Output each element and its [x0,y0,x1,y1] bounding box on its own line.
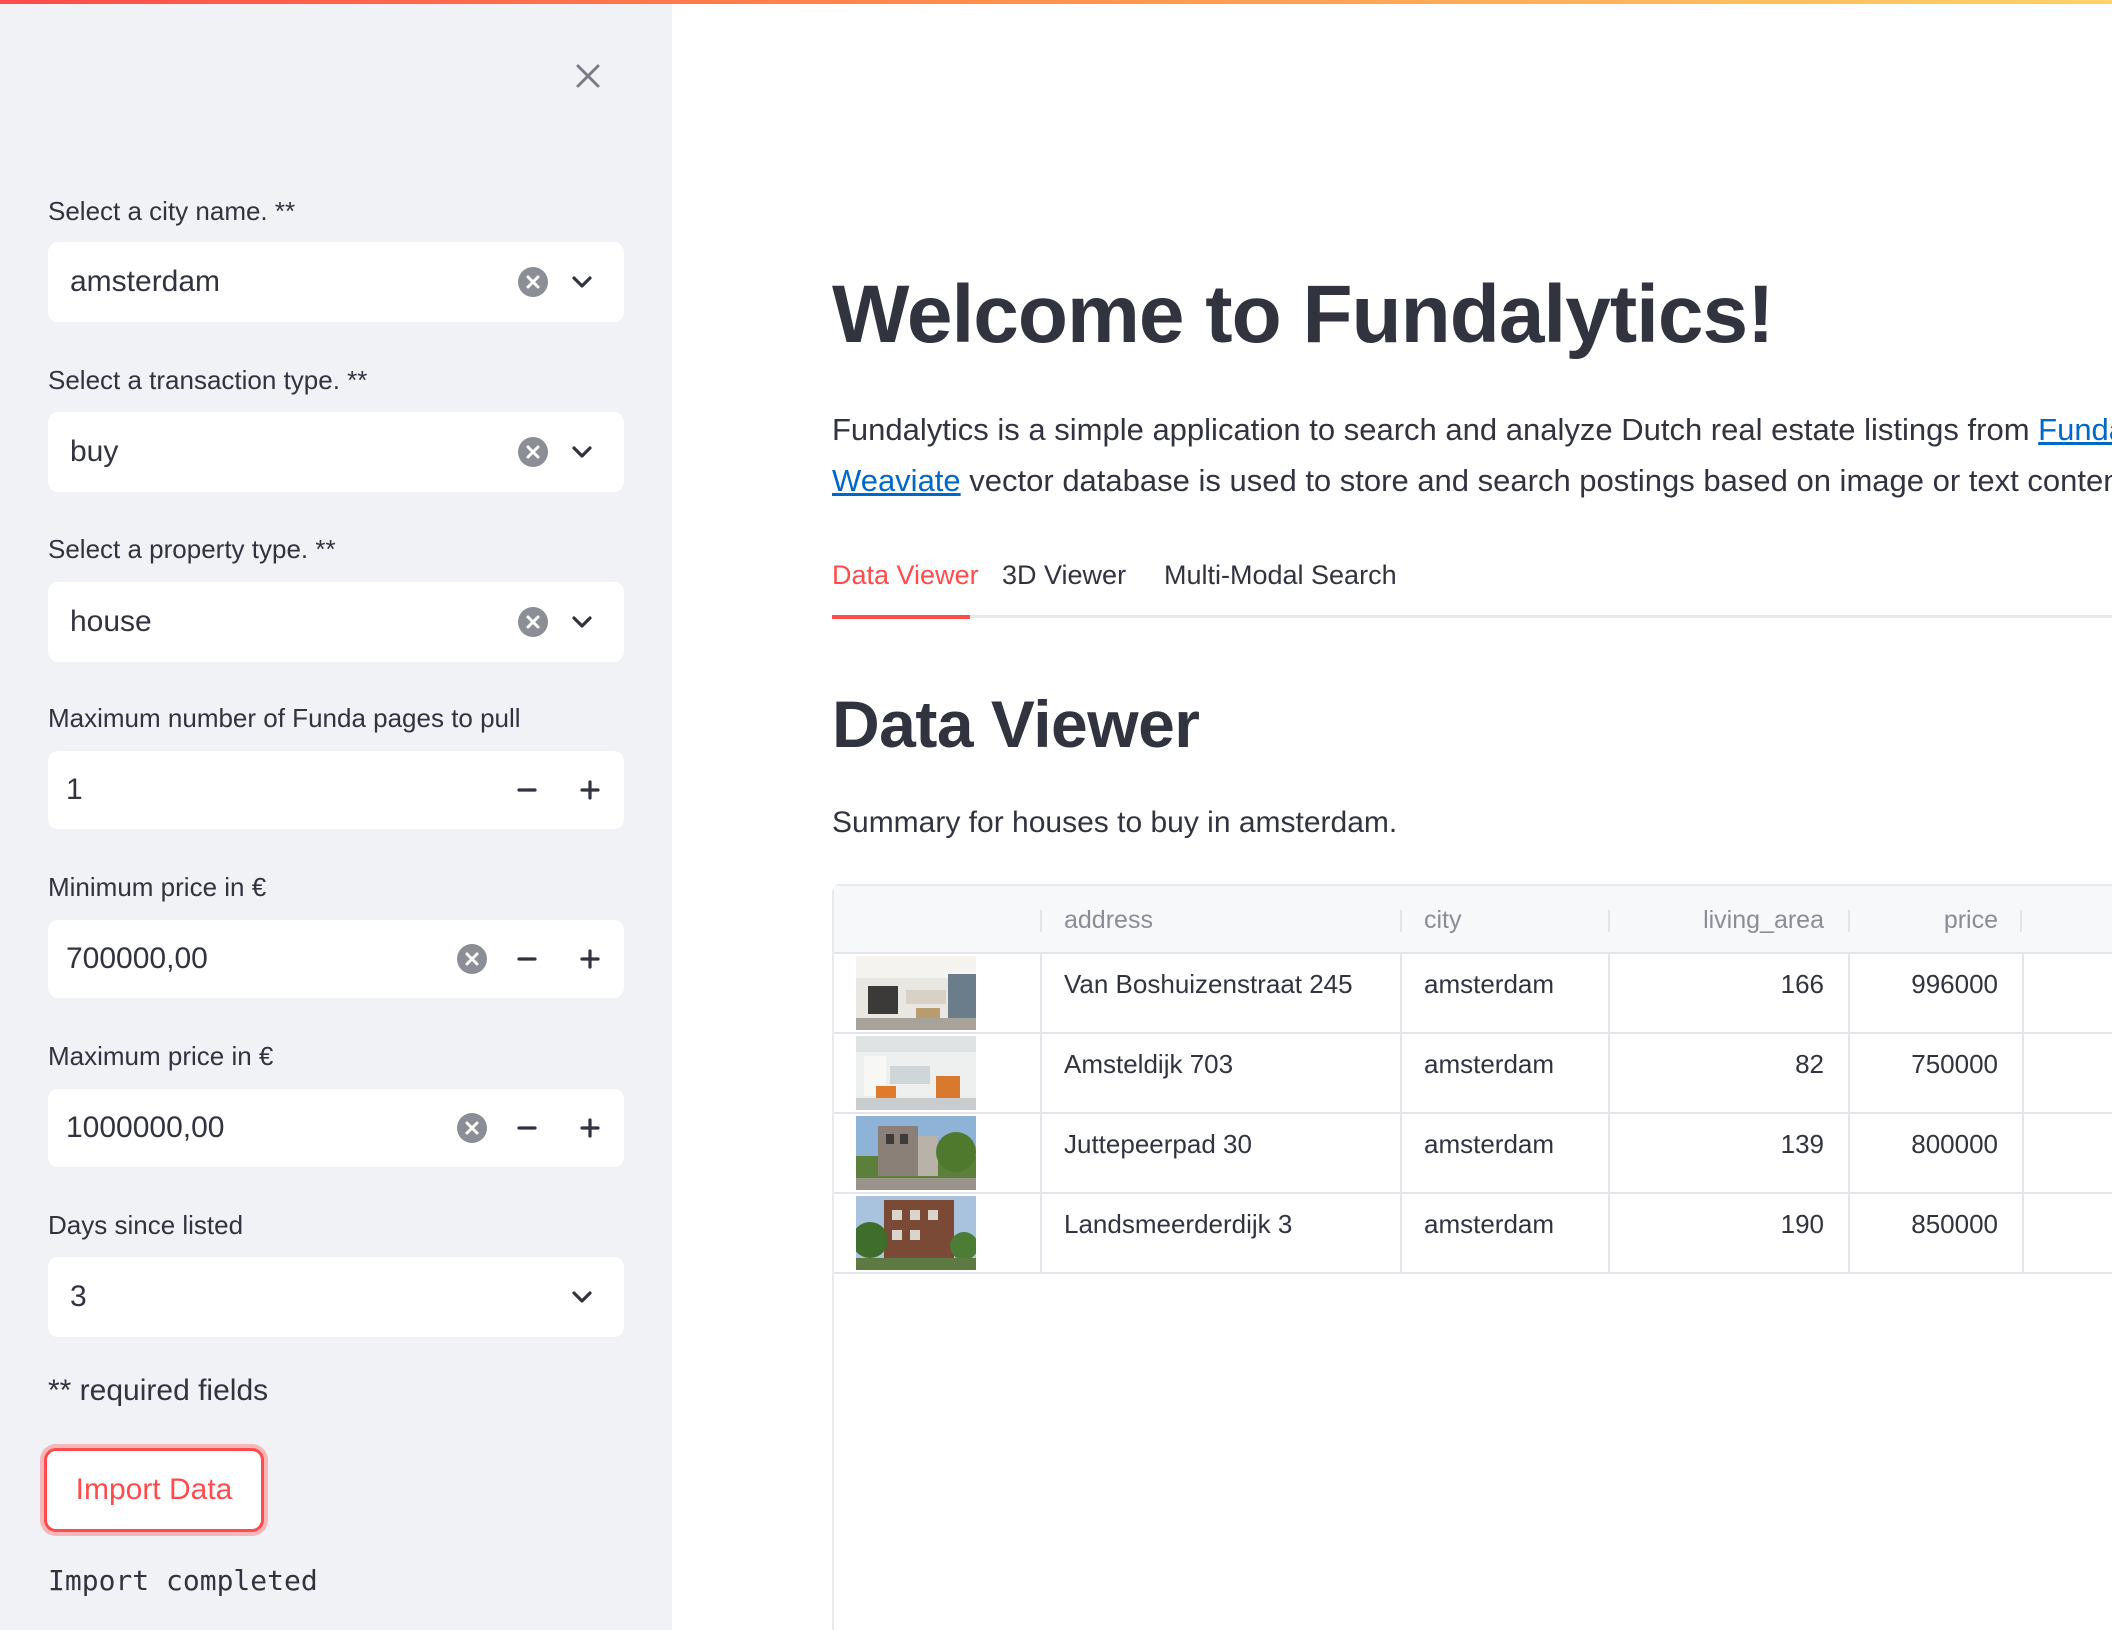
weaviate-link[interactable]: Weaviate [832,463,961,498]
intro-text-part: vector database is used to store and sea… [960,463,2112,498]
plus-icon [580,949,600,969]
plus-button[interactable] [565,934,615,984]
column-header-living-area[interactable]: living_area [1674,886,1824,954]
clear-icon[interactable] [518,607,548,637]
intro-text-part: Fundalytics is a simple application to s… [832,412,2039,447]
data-table[interactable]: address city living_area price Van Boshu… [832,884,2112,1630]
cell-city: amsterdam [1424,1129,1555,1159]
chevron-down-icon[interactable] [566,606,598,638]
funda-link[interactable]: Funda [2038,412,2112,447]
sidebar: Select a city name. ** amsterdam Select … [0,0,672,1630]
cell-price: 850000 [1911,1209,1998,1239]
pages-value: 1 [66,773,83,806]
clear-icon[interactable] [518,267,548,297]
cell-address: Amsteldijk 703 [1064,1049,1234,1079]
transaction-select[interactable]: buy [48,412,624,492]
column-separator [1400,910,1402,932]
chevron-down-icon[interactable] [566,1281,598,1313]
cell-price: 750000 [1911,1049,1998,1079]
column-separator [2020,910,2022,932]
clear-icon[interactable] [457,1113,487,1143]
close-sidebar-button[interactable] [568,56,608,96]
table-row[interactable]: Van Boshuizenstraat 245 amsterdam 166 99… [834,954,2112,1034]
clear-icon[interactable] [518,437,548,467]
tab-multi-modal-search[interactable]: Multi-Modal Search [1164,560,1397,591]
cell-city: amsterdam [1424,969,1555,999]
minus-button[interactable] [502,934,552,984]
min-price-value: 700000,00 [66,942,208,975]
max-price-input[interactable]: 1000000,00 [48,1089,624,1167]
table-row[interactable]: Juttepeerpad 30 amsterdam 139 800000 [834,1114,2112,1194]
property-label: Select a property type. ** [48,534,336,564]
days-label: Days since listed [48,1210,244,1240]
active-tab-indicator [832,615,970,619]
clear-icon[interactable] [457,944,487,974]
section-title: Data Viewer [832,687,1200,761]
cell-price: 996000 [1911,969,1998,999]
column-header-price[interactable]: price [1874,886,1998,954]
chevron-down-icon[interactable] [566,436,598,468]
plus-icon [580,780,600,800]
import-data-button[interactable]: Import Data [44,1448,264,1532]
page-title: Welcome to Fundalytics! [832,269,1774,360]
transaction-value: buy [70,435,119,468]
pages-number-input[interactable]: 1 [48,751,624,829]
city-select[interactable]: amsterdam [48,242,624,322]
cell-address: Van Boshuizenstraat 245 [1064,969,1353,999]
column-header-city[interactable]: city [1424,886,1462,954]
days-select[interactable]: 3 [48,1257,624,1337]
tab-bar: Data Viewer 3D Viewer Multi-Modal Search [832,554,2112,619]
column-separator [1848,910,1850,932]
minus-button[interactable] [502,1103,552,1153]
plus-button[interactable] [565,1103,615,1153]
pages-label: Maximum number of Funda pages to pull [48,703,521,733]
table-row[interactable]: Landsmeerderdijk 3 amsterdam 190 850000 [834,1194,2112,1274]
column-separator [1608,910,1610,932]
table-header: address city living_area price [834,886,2112,954]
intro-text: Fundalytics is a simple application to s… [832,404,2112,506]
required-fields-note: ** required fields [48,1374,269,1407]
transaction-label: Select a transaction type. ** [48,365,368,395]
column-header-address[interactable]: address [1064,886,1153,954]
city-value: amsterdam [70,265,221,298]
chevron-down-icon[interactable] [566,266,598,298]
summary-text: Summary for houses to buy in amsterdam. [832,806,1398,839]
plus-button[interactable] [565,765,615,815]
import-status-text: Import completed [48,1564,318,1597]
listing-thumbnail [856,1036,976,1110]
listing-thumbnail [856,1116,976,1190]
cell-address: Juttepeerpad 30 [1064,1129,1252,1159]
listing-thumbnail [856,1196,976,1270]
minus-icon [517,788,537,792]
max-price-label: Maximum price in € [48,1041,274,1071]
close-icon [576,64,600,88]
tab-data-viewer[interactable]: Data Viewer [832,560,979,591]
main-content: Welcome to Fundalytics! Fundalytics is a… [672,0,2112,1630]
tab-3d-viewer[interactable]: 3D Viewer [1002,560,1126,591]
plus-icon [580,1118,600,1138]
minus-button[interactable] [502,765,552,815]
cell-price: 800000 [1911,1129,1998,1159]
property-select[interactable]: house [48,582,624,662]
column-separator [1040,910,1042,932]
table-row[interactable]: Amsteldijk 703 amsterdam 82 750000 [834,1034,2112,1114]
days-value: 3 [70,1280,87,1313]
cell-city: amsterdam [1424,1209,1555,1239]
cell-living-area: 190 [1780,1209,1824,1239]
minus-icon [517,957,537,961]
top-decoration-bar [0,0,2112,4]
cell-living-area: 82 [1795,1049,1824,1079]
max-price-value: 1000000,00 [66,1111,225,1144]
minus-icon [517,1126,537,1130]
cell-city: amsterdam [1424,1049,1555,1079]
property-value: house [70,605,152,638]
min-price-label: Minimum price in € [48,872,267,902]
cell-living-area: 139 [1780,1129,1824,1159]
cell-living-area: 166 [1780,969,1824,999]
min-price-input[interactable]: 700000,00 [48,920,624,998]
cell-address: Landsmeerderdijk 3 [1064,1209,1293,1239]
listing-thumbnail [856,956,976,1030]
city-label: Select a city name. ** [48,196,296,226]
